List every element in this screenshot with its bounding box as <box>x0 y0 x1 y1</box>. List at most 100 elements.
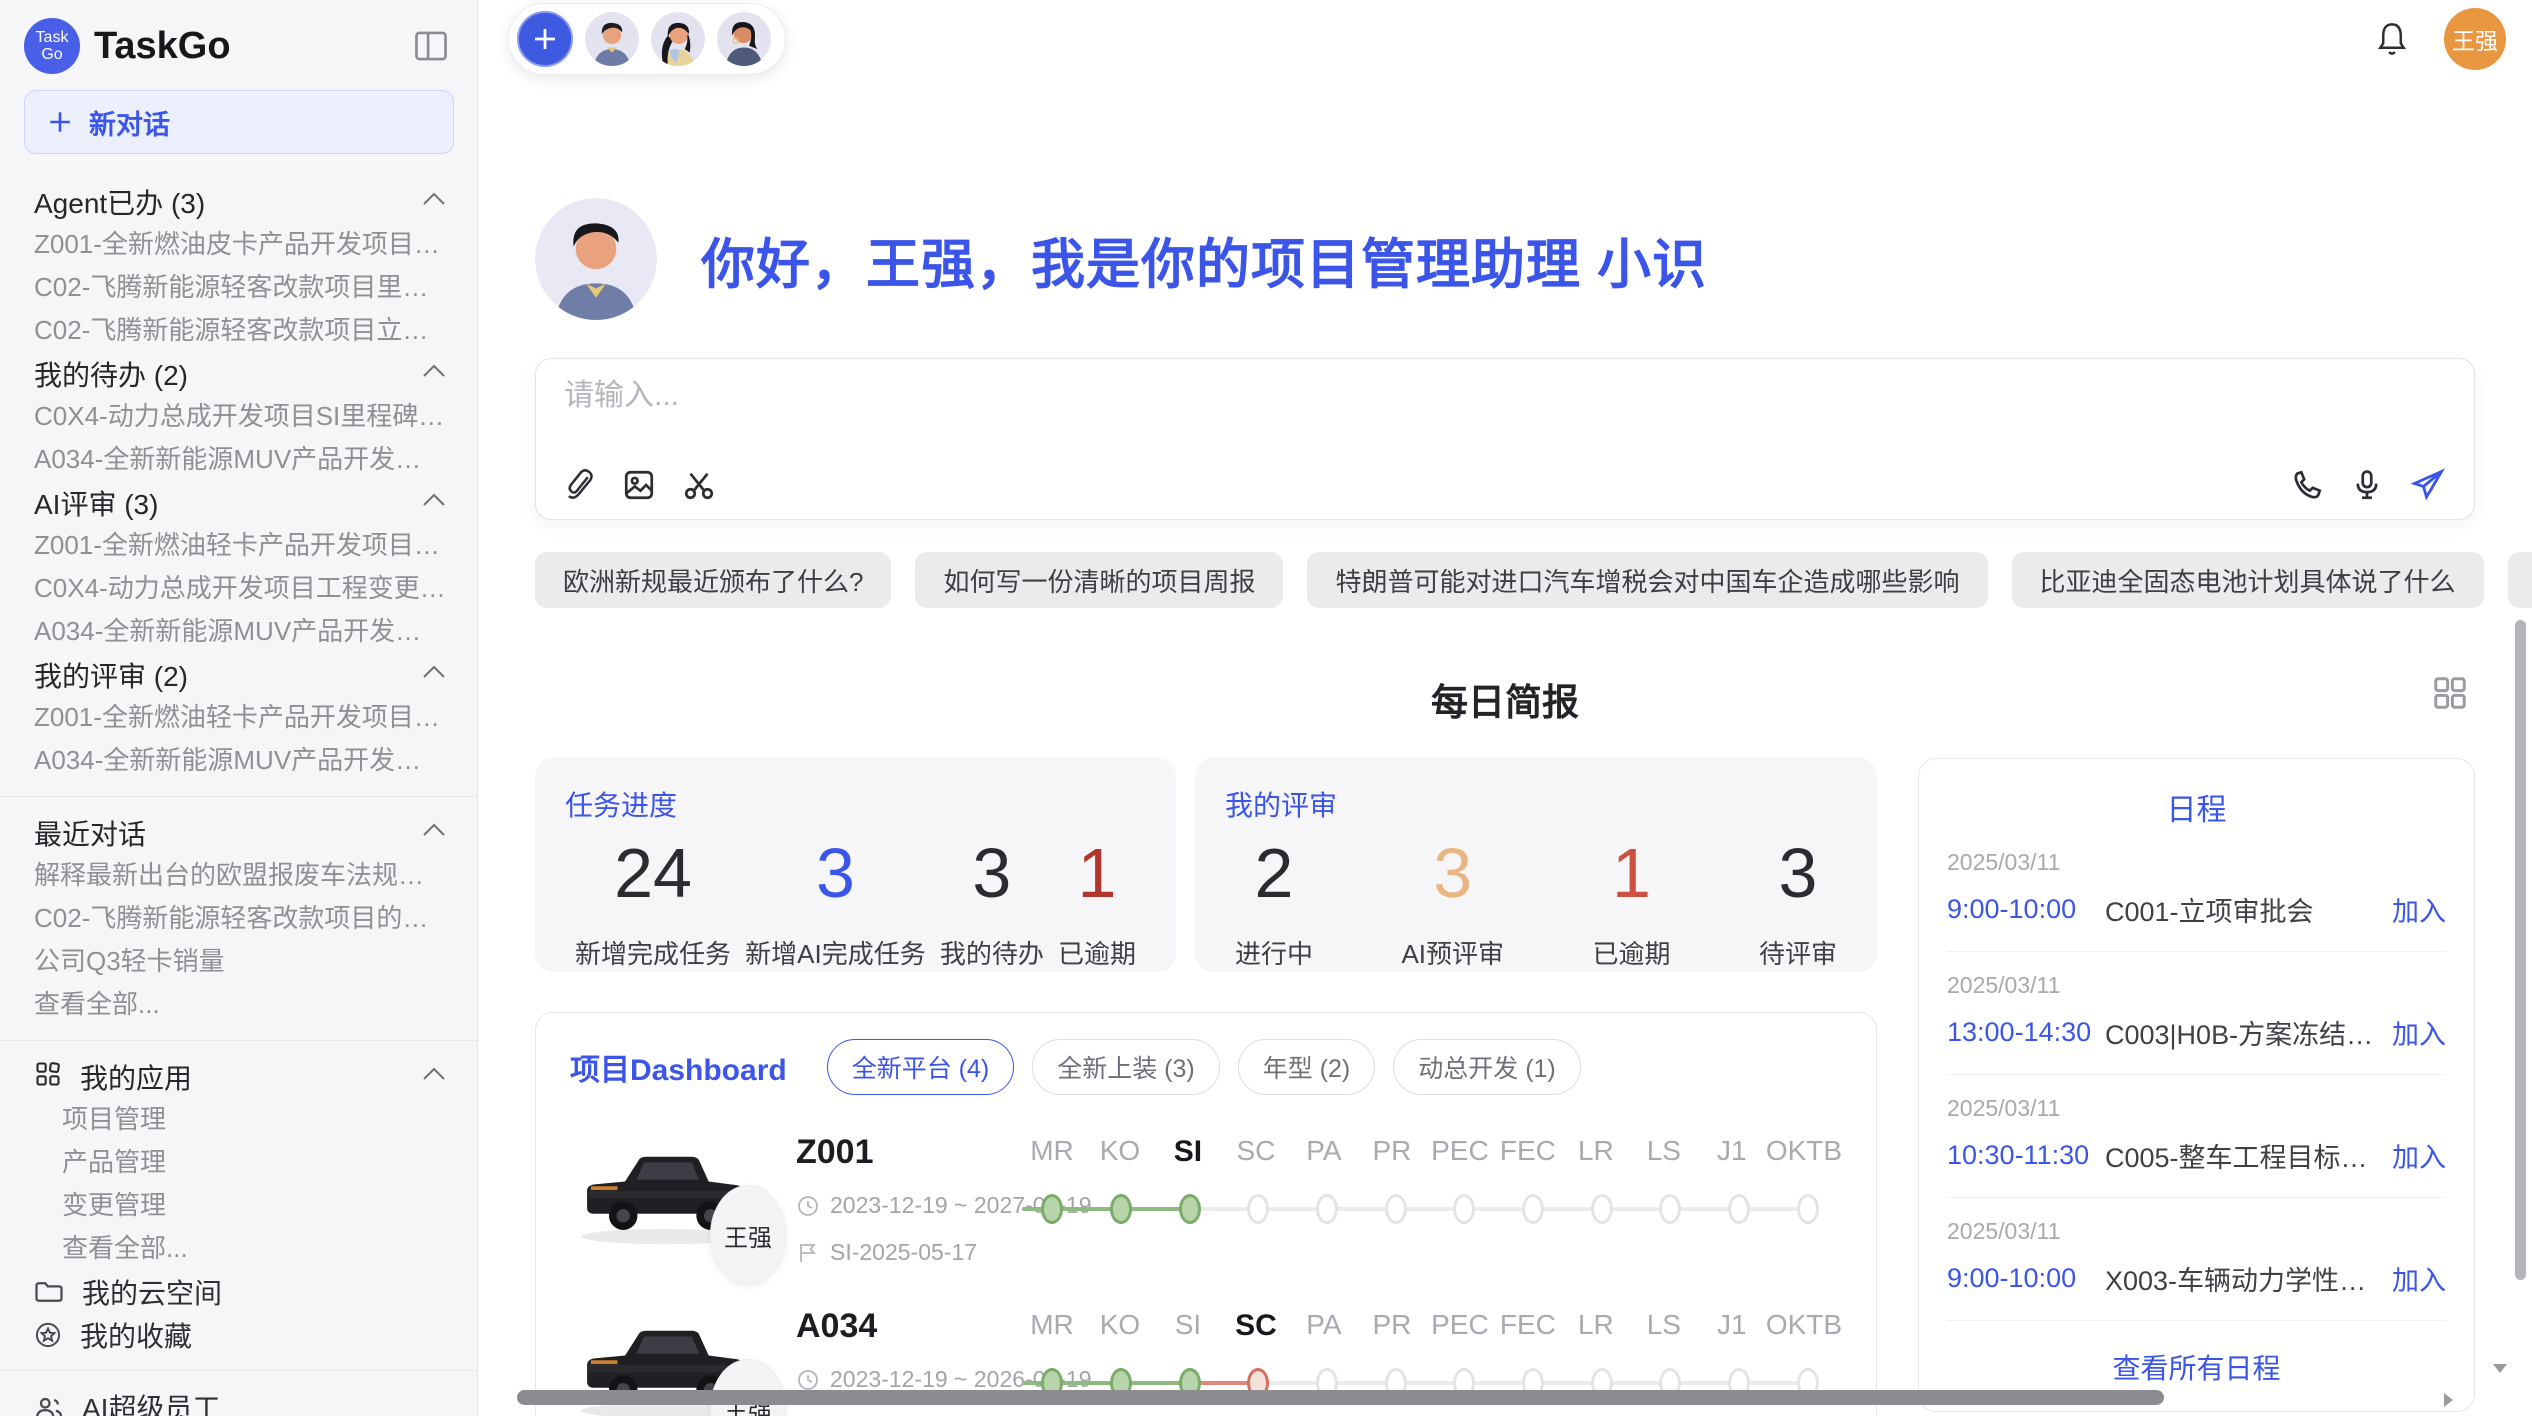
layout-grid-icon[interactable] <box>2431 674 2469 712</box>
my-apps-header[interactable]: 我的应用 <box>0 1055 477 1098</box>
chevron-up-icon[interactable] <box>421 363 447 384</box>
recent-view-all-link[interactable]: 查看全部... <box>0 983 477 1026</box>
vertical-scrollbar[interactable] <box>2515 620 2526 1280</box>
member-avatar-2[interactable] <box>651 12 705 66</box>
milestone-dot-sc <box>1247 1194 1269 1224</box>
my-review-title: 我的评审 <box>1225 784 1847 824</box>
milestone-dot-cell <box>1499 1185 1568 1233</box>
app-item[interactable]: 产品管理 <box>0 1141 477 1184</box>
clock-icon <box>796 1194 820 1218</box>
sidebar-tool-people[interactable]: AI超级员工 <box>0 1385 477 1416</box>
horizontal-scrollbar[interactable] <box>517 1390 2164 1405</box>
briefing-title: 每日简报 <box>535 672 2475 726</box>
recent-chat-item[interactable]: 解释最新出台的欧盟报废车法规再生塑料比例被调至15%... <box>0 854 477 897</box>
sidebar-section-header-3[interactable]: 我的评审 (2) <box>0 653 477 696</box>
milestone-dot-cell <box>1155 1185 1224 1233</box>
milestone-label: LR <box>1562 1135 1630 1169</box>
scroll-right-arrow-icon[interactable] <box>2438 1390 2458 1415</box>
milestone-dots <box>1018 1185 1842 1233</box>
phone-icon[interactable] <box>2290 468 2324 502</box>
recent-chat-item[interactable]: C02-飞腾新能源轻客改款项目的闭环通告反馈情况 <box>0 897 477 940</box>
sidebar-section-header-0[interactable]: Agent已办 (3) <box>0 180 477 223</box>
attachment-icon[interactable] <box>564 468 596 502</box>
milestone-label: OKTB <box>1766 1135 1842 1169</box>
scissors-icon[interactable] <box>682 468 716 502</box>
join-meeting-link[interactable]: 加入 <box>2380 1136 2446 1175</box>
milestone-dot-cell <box>1293 1185 1362 1233</box>
sidebar-item[interactable]: Z001-全新燃油轻卡产品开发项目SI节点属性5D文件评审 <box>0 696 477 739</box>
app-title: TaskGo <box>94 25 399 68</box>
dashboard-filter-pill[interactable]: 全新上装 (3) <box>1032 1039 1220 1095</box>
sidebar-item[interactable]: C0X4-动力总成开发项目SI里程碑提交物检查 <box>0 395 477 438</box>
divider <box>0 1370 477 1371</box>
project-code: Z001 <box>796 1133 1018 1172</box>
sidebar-item[interactable]: Z001-全新燃油轻卡产品开发项目SI造型提交物评审 <box>0 524 477 567</box>
scroll-down-arrow-icon[interactable] <box>2490 1358 2510 1383</box>
schedule-main-row: 9:00-10:00C001-立项审批会加入 <box>1947 890 2446 929</box>
collapse-sidebar-icon[interactable] <box>413 30 449 62</box>
image-icon[interactable] <box>622 468 656 502</box>
project-dates: 2023-12-19 ~ 2027-01-19 <box>796 1192 1018 1219</box>
stat-value: 3 <box>972 838 1011 908</box>
sidebar-item[interactable]: A034-全新新能源MUV产品开发项目法规符合性评审 <box>0 610 477 653</box>
milestone-label: LS <box>1630 1135 1698 1169</box>
milestone-label: FEC <box>1494 1309 1562 1343</box>
stat-label: 新增完成任务 <box>575 934 731 971</box>
chevron-up-icon[interactable] <box>421 1066 447 1087</box>
dashboard-filter-pill[interactable]: 动总开发 (1) <box>1393 1039 1581 1095</box>
recent-chat-item[interactable]: 公司Q3轻卡销量 <box>0 940 477 983</box>
schedule-item: 2025/03/1110:30-11:30C005-整车工程目标评审加入 <box>1947 1075 2446 1198</box>
suggestion-chip[interactable]: 特朗普可能对进口汽车增税会对中国车企造成哪些影响 <box>1307 552 1987 608</box>
join-meeting-link[interactable]: 加入 <box>2380 1259 2446 1298</box>
milestone-label: PA <box>1290 1309 1358 1343</box>
app-item[interactable]: 变更管理 <box>0 1184 477 1227</box>
milestone-labels: MRKOSISCPAPRPECFECLRLSJ1OKTB <box>1018 1135 1842 1169</box>
join-meeting-link[interactable]: 加入 <box>2380 1013 2446 1052</box>
milestone-dot-lr <box>1591 1194 1613 1224</box>
suggestion-chip[interactable]: 当下年轻人对汽车外观有怎样的喜好趋势 <box>2508 552 2532 608</box>
new-chat-label: 新对话 <box>89 103 170 142</box>
sidebar-link-label: 我的收藏 <box>80 1315 192 1355</box>
member-avatar-3[interactable] <box>717 12 771 66</box>
dashboard-filter-pill[interactable]: 年型 (2) <box>1238 1039 1376 1095</box>
suggestion-chip[interactable]: 比亚迪全固态电池计划具体说了什么 <box>2012 552 2484 608</box>
new-chat-button[interactable]: 新对话 <box>24 90 454 154</box>
apps-icon <box>34 1060 62 1093</box>
add-member-button[interactable] <box>517 11 573 67</box>
milestone-label: SI <box>1154 1135 1222 1169</box>
sidebar-section-header-2[interactable]: AI评审 (3) <box>0 481 477 524</box>
suggestion-chip[interactable]: 欧洲新规最近颁布了什么? <box>535 552 891 608</box>
chat-input[interactable] <box>564 379 2446 413</box>
sidebar-item[interactable]: A034-全新新能源MUV产品开发项目计划变更表编写 <box>0 438 477 481</box>
mic-icon[interactable] <box>2350 468 2384 502</box>
sidebar-item[interactable]: C0X4-动力总成开发项目工程变更评审 <box>0 567 477 610</box>
project-row: 王强Z0012023-12-19 ~ 2027-01-19SI-2025-05-… <box>570 1129 1842 1269</box>
chevron-up-icon[interactable] <box>421 664 447 685</box>
milestone-dot-mr <box>1041 1194 1063 1224</box>
sidebar-link-folder[interactable]: 我的云空间 <box>0 1270 477 1313</box>
send-icon[interactable] <box>2410 467 2446 503</box>
recent-chats-header[interactable]: 最近对话 <box>0 811 477 854</box>
milestone-dot-si <box>1179 1194 1201 1224</box>
logo-line1: Task <box>36 29 69 46</box>
suggestion-chip[interactable]: 如何写一份清晰的项目周报 <box>915 552 1283 608</box>
dashboard-filter-pill[interactable]: 全新平台 (4) <box>827 1039 1015 1095</box>
join-meeting-link[interactable]: 加入 <box>2380 890 2446 929</box>
app-item[interactable]: 项目管理 <box>0 1098 477 1141</box>
notifications-bell-icon[interactable] <box>2374 20 2410 58</box>
member-avatar-1[interactable] <box>585 12 639 66</box>
chevron-up-icon[interactable] <box>421 822 447 843</box>
sidebar-item[interactable]: C02-飞腾新能源轻客改款项目立项汇报方案 <box>0 309 477 352</box>
view-all-schedule-link[interactable]: 查看所有日程 <box>1947 1347 2446 1387</box>
sidebar-item[interactable]: A034-全新新能源MUV产品开发项目造型可行性评审 <box>0 739 477 782</box>
apps-view-all-link[interactable]: 查看全部... <box>0 1227 477 1270</box>
topbar: 王强 <box>478 0 2532 78</box>
schedule-item: 2025/03/119:00-10:00C001-立项审批会加入 <box>1947 829 2446 952</box>
user-avatar[interactable]: 王强 <box>2444 8 2506 70</box>
sidebar-item[interactable]: C02-飞腾新能源轻客改款项目里程碑画布 <box>0 266 477 309</box>
chevron-up-icon[interactable] <box>421 492 447 513</box>
chevron-up-icon[interactable] <box>421 191 447 212</box>
sidebar-link-star-circle[interactable]: 我的收藏 <box>0 1313 477 1356</box>
sidebar-section-header-1[interactable]: 我的待办 (2) <box>0 352 477 395</box>
sidebar-item[interactable]: Z001-全新燃油皮卡产品开发项目SI节点Lesson Learn报告 <box>0 223 477 266</box>
